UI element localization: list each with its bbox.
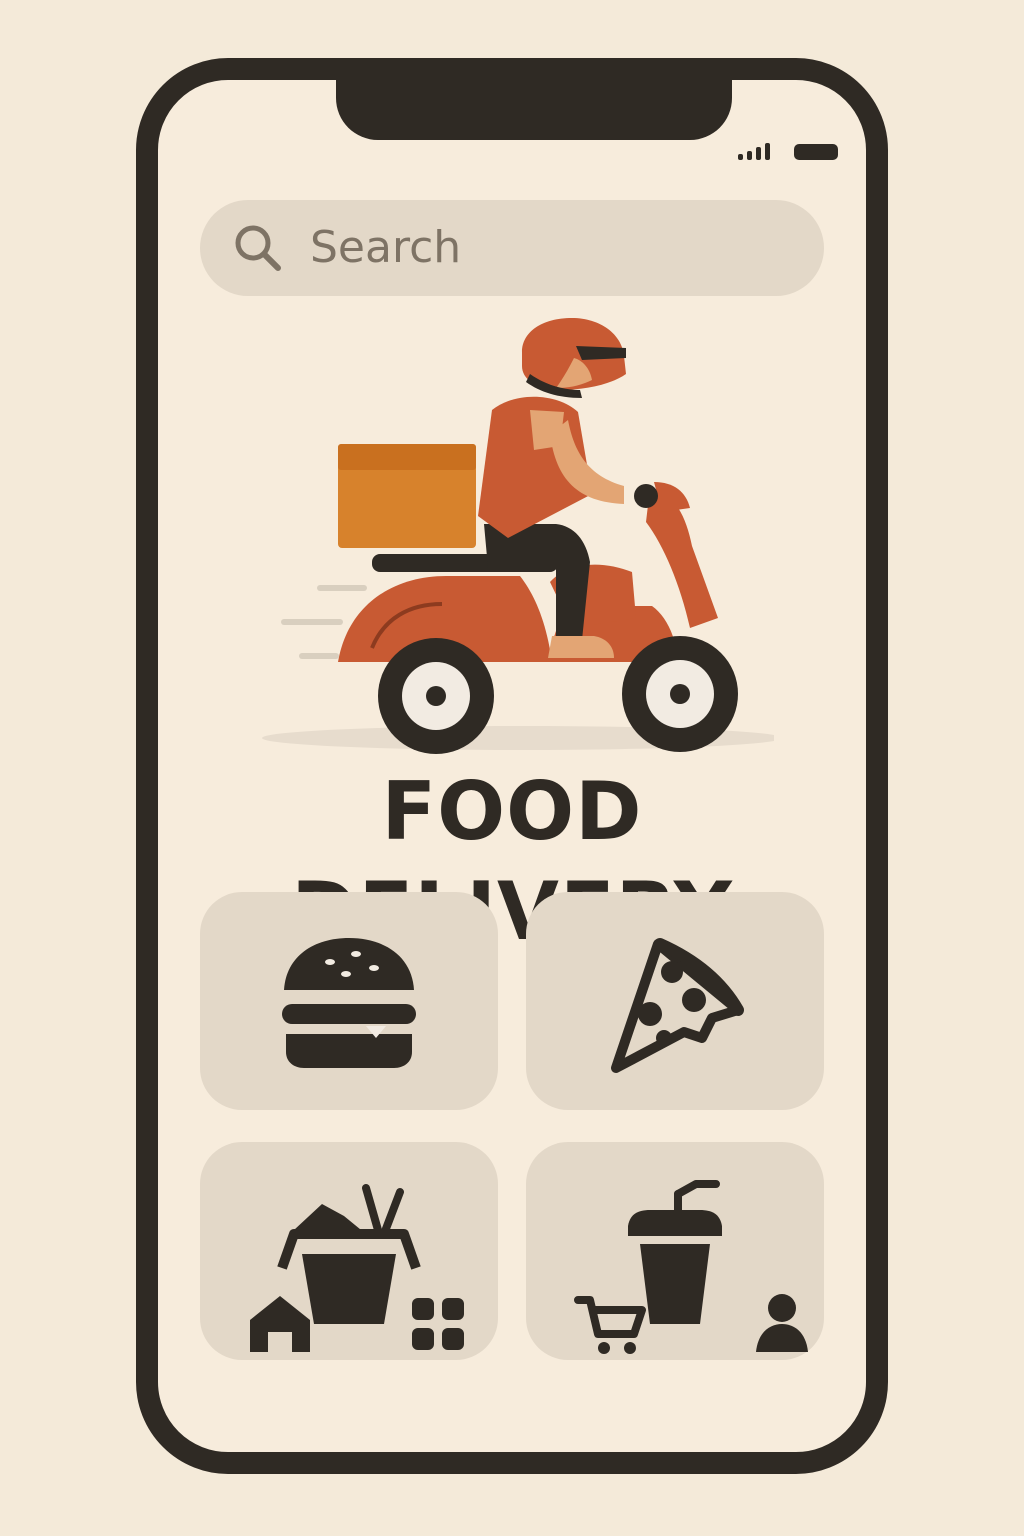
search-icon (235, 225, 281, 271)
search-bar[interactable]: Search (200, 200, 824, 296)
home-icon (250, 1296, 310, 1352)
battery-icon (794, 144, 838, 160)
search-input-placeholder[interactable]: Search (310, 220, 461, 276)
nav-profile[interactable] (742, 1284, 822, 1364)
nav-categories[interactable] (398, 1284, 478, 1364)
nav-home[interactable] (240, 1284, 320, 1364)
category-burger[interactable] (200, 892, 498, 1110)
burger-icon (282, 938, 416, 1068)
category-pizza[interactable] (526, 892, 824, 1110)
phone-notch (336, 80, 732, 140)
cart-icon (574, 1296, 646, 1354)
phone-frame: Search FOOD DELIVERY (136, 58, 888, 1474)
profile-icon (756, 1294, 808, 1352)
delivery-scooter-illustration (262, 318, 774, 754)
pizza-icon (611, 938, 744, 1073)
nav-cart[interactable] (570, 1284, 650, 1364)
signal-icon (738, 143, 770, 160)
bottom-nav (158, 1264, 866, 1382)
grid-icon (412, 1298, 464, 1350)
